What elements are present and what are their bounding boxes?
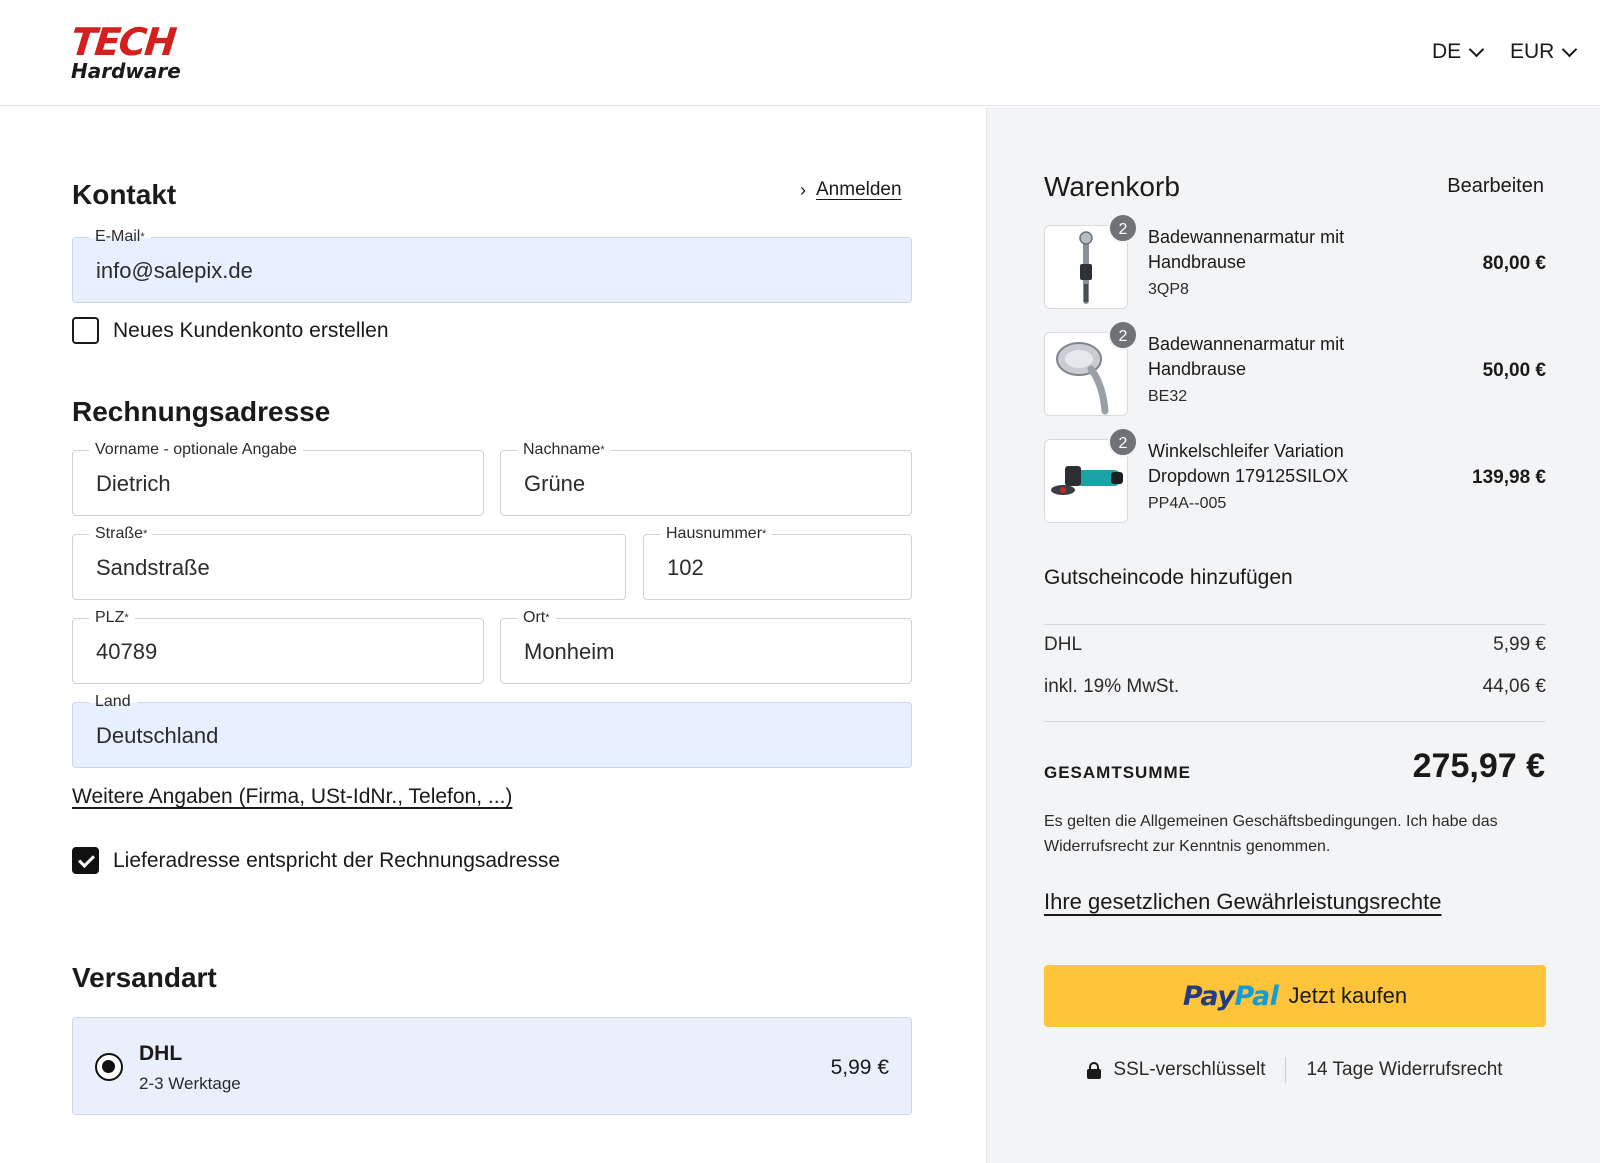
cart-heading: Warenkorb bbox=[1044, 171, 1180, 202]
site-header: TECH Hardware DE EUR bbox=[0, 0, 1600, 106]
tax-label: inkl. 19% MwSt. bbox=[1044, 676, 1180, 697]
lastname-field[interactable]: Nachname* Grüne bbox=[500, 440, 912, 516]
item-name: Badewannenarmatur mit Handbrause bbox=[1148, 227, 1345, 272]
login-link-label: Anmelden bbox=[816, 179, 902, 200]
lock-icon bbox=[1087, 1062, 1102, 1079]
firstname-label: Vorname - optionale Angabe bbox=[89, 440, 303, 460]
shipping-cost-label: DHL bbox=[1044, 634, 1083, 655]
edit-cart-link[interactable]: Bearbeiten bbox=[1447, 175, 1544, 198]
cart-item: 2 Badewannenarmatur mit Handbrause BE32 … bbox=[1044, 320, 1546, 418]
login-link[interactable]: › Anmelden bbox=[800, 179, 902, 201]
email-value: info@salepix.de bbox=[96, 258, 253, 283]
trust-badges: SSL-verschlüsselt 14 Tage Widerrufsrecht bbox=[1044, 1057, 1546, 1083]
shipping-method-name: DHL bbox=[139, 1042, 183, 1065]
street-value: Sandstraße bbox=[96, 555, 210, 580]
city-field[interactable]: Ort* Monheim bbox=[500, 608, 912, 684]
create-account-checkbox[interactable] bbox=[72, 317, 99, 344]
warranty-rights-link[interactable]: Ihre gesetzlichen Gewährleistungsrechte bbox=[1044, 889, 1441, 915]
currency-selector[interactable]: EUR bbox=[1510, 40, 1578, 64]
quantity-badge: 2 bbox=[1108, 320, 1138, 350]
checkout-form: Kontakt › Anmelden E-Mail* info@salepix.… bbox=[0, 107, 986, 1163]
paypal-button-label: Jetzt kaufen bbox=[1288, 983, 1408, 1008]
add-coupon-link[interactable]: Gutscheincode hinzufügen bbox=[1044, 566, 1293, 590]
cart-item: 2 Badewannenarmatur mit Handbrause 3QP8 … bbox=[1044, 213, 1546, 311]
order-summary: Warenkorb Bearbeiten 2 Badewannenarmatur… bbox=[986, 107, 1600, 1163]
item-sku: 3QP8 bbox=[1148, 281, 1189, 298]
more-details-link[interactable]: Weitere Angaben (Firma, USt-IdNr., Telef… bbox=[72, 785, 512, 809]
country-select[interactable]: Land Deutschland bbox=[72, 692, 912, 768]
chevron-right-icon: › bbox=[800, 179, 806, 200]
item-price: 80,00 € bbox=[1482, 253, 1546, 274]
firstname-value: Dietrich bbox=[96, 471, 171, 496]
divider bbox=[1044, 721, 1546, 722]
quantity-badge: 2 bbox=[1108, 427, 1138, 457]
total-label: GESAMTSUMME bbox=[1044, 763, 1191, 782]
shipping-method-time: 2-3 Werktage bbox=[139, 1074, 241, 1093]
chevron-down-icon bbox=[1562, 41, 1578, 57]
legal-notice: Es gelten die Allgemeinen Geschäftsbedin… bbox=[1044, 813, 1498, 855]
shipping-method-price: 5,99 € bbox=[830, 1056, 889, 1079]
separator bbox=[1285, 1057, 1287, 1083]
country-value: Deutschland bbox=[96, 723, 219, 748]
lastname-label: Nachname* bbox=[517, 440, 611, 460]
tax-row: inkl. 19% MwSt. 44,06 € bbox=[1044, 676, 1546, 698]
item-sku: PP4A--005 bbox=[1148, 495, 1227, 512]
language-value: DE bbox=[1432, 40, 1462, 63]
item-price: 50,00 € bbox=[1482, 360, 1546, 381]
city-value: Monheim bbox=[524, 639, 615, 664]
same-address-option[interactable]: Lieferadresse entspricht der Rechnungsad… bbox=[72, 847, 560, 874]
shipping-heading: Versandart bbox=[72, 962, 217, 993]
shipping-cost-value: 5,99 € bbox=[1493, 634, 1546, 655]
currency-value: EUR bbox=[1510, 40, 1555, 63]
billing-heading: Rechnungsadresse bbox=[72, 396, 331, 427]
city-label: Ort* bbox=[517, 608, 556, 628]
language-selector[interactable]: DE bbox=[1432, 40, 1485, 64]
zip-value: 40789 bbox=[96, 639, 158, 664]
same-address-checkbox[interactable] bbox=[72, 847, 99, 874]
street-field[interactable]: Straße* Sandstraße bbox=[72, 524, 626, 600]
tax-value: 44,06 € bbox=[1482, 676, 1546, 697]
contact-heading: Kontakt bbox=[72, 179, 177, 210]
total-value: 275,97 € bbox=[1412, 747, 1545, 785]
housenumber-value: 102 bbox=[667, 555, 704, 580]
shipping-option-dhl[interactable]: DHL 2-3 Werktage 5,99 € bbox=[72, 1017, 912, 1115]
firstname-field[interactable]: Vorname - optionale Angabe Dietrich bbox=[72, 440, 484, 516]
ssl-label: SSL-verschlüsselt bbox=[1113, 1059, 1266, 1080]
country-label: Land bbox=[89, 692, 137, 712]
same-address-label: Lieferadresse entspricht der Rechnungsad… bbox=[113, 848, 561, 872]
item-name: Winkelschleifer Variation Dropdown 17912… bbox=[1148, 441, 1349, 486]
chevron-down-icon bbox=[1468, 41, 1485, 57]
divider bbox=[1044, 624, 1546, 625]
street-label: Straße* bbox=[89, 524, 154, 544]
paypal-buy-button[interactable]: PayPal Jetzt kaufen bbox=[1044, 965, 1546, 1027]
item-name: Badewannenarmatur mit Handbrause bbox=[1148, 334, 1345, 379]
cart-item: 2 Winkelschleifer Variation Dropdown 179… bbox=[1044, 427, 1546, 525]
shipping-radio[interactable] bbox=[95, 1053, 123, 1081]
logo-tech-text: TECH bbox=[68, 20, 177, 64]
quantity-badge: 2 bbox=[1108, 213, 1138, 243]
item-sku: BE32 bbox=[1148, 388, 1188, 405]
item-price: 139,98 € bbox=[1472, 467, 1546, 488]
create-account-option[interactable]: Neues Kundenkonto erstellen bbox=[72, 317, 389, 344]
housenumber-label: Hausnummer* bbox=[660, 524, 773, 544]
create-account-label: Neues Kundenkonto erstellen bbox=[113, 318, 389, 342]
email-field[interactable]: E-Mail* info@salepix.de bbox=[72, 227, 912, 303]
housenumber-field[interactable]: Hausnummer* 102 bbox=[643, 524, 912, 600]
email-label: E-Mail* bbox=[89, 227, 151, 247]
zip-label: PLZ* bbox=[89, 608, 135, 628]
zip-field[interactable]: PLZ* 40789 bbox=[72, 608, 484, 684]
shipping-cost-row: DHL 5,99 € bbox=[1044, 634, 1546, 656]
paypal-logo: PayPal bbox=[1182, 980, 1279, 1012]
tech-hardware-logo[interactable]: TECH Hardware bbox=[68, 20, 201, 92]
return-policy-label: 14 Tage Widerrufsrecht bbox=[1306, 1059, 1503, 1080]
lastname-value: Grüne bbox=[524, 471, 586, 496]
